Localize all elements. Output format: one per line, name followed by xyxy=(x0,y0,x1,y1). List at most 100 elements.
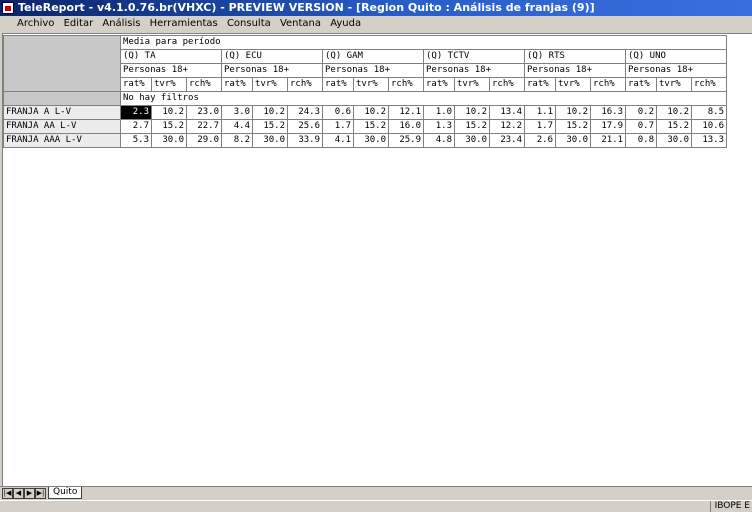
data-cell[interactable]: 15.2 xyxy=(151,119,187,134)
data-cell[interactable]: 25.6 xyxy=(287,119,323,134)
target-header[interactable]: Personas 18+ xyxy=(221,63,323,78)
data-cell[interactable]: 2.3 xyxy=(120,105,152,120)
filter-label[interactable]: No hay filtros xyxy=(120,91,727,106)
period-header[interactable]: Media para período xyxy=(120,35,727,50)
data-cell[interactable]: 30.0 xyxy=(454,133,490,148)
data-cell[interactable]: 4.8 xyxy=(423,133,455,148)
data-cell[interactable]: 15.2 xyxy=(353,119,389,134)
data-cell[interactable]: 24.3 xyxy=(287,105,323,120)
channel-header[interactable]: (Q) GAM xyxy=(322,49,424,64)
data-cell[interactable]: 10.2 xyxy=(151,105,187,120)
sheet-tab-quito[interactable]: Quito xyxy=(48,487,83,499)
channel-header[interactable]: (Q) UNO xyxy=(625,49,727,64)
metric-header[interactable]: rat% xyxy=(423,77,455,92)
data-cell[interactable]: 1.0 xyxy=(423,105,455,120)
metric-header[interactable]: tvr% xyxy=(151,77,187,92)
data-cell[interactable]: 23.0 xyxy=(186,105,222,120)
metric-header[interactable]: tvr% xyxy=(252,77,288,92)
channel-header[interactable]: (Q) TCTV xyxy=(423,49,525,64)
data-cell[interactable]: 15.2 xyxy=(656,119,692,134)
prev-sheet-button[interactable]: ◀ xyxy=(13,488,24,499)
data-cell[interactable]: 30.0 xyxy=(353,133,389,148)
data-cell[interactable]: 0.2 xyxy=(625,105,657,120)
data-cell[interactable]: 10.2 xyxy=(555,105,591,120)
data-cell[interactable]: 16.0 xyxy=(388,119,424,134)
menu-herramientas[interactable]: Herramientas xyxy=(147,16,221,32)
metric-header[interactable]: rch% xyxy=(489,77,525,92)
data-cell[interactable]: 2.7 xyxy=(120,119,152,134)
app-icon[interactable] xyxy=(2,2,14,14)
data-cell[interactable]: 33.9 xyxy=(287,133,323,148)
data-cell[interactable]: 10.2 xyxy=(252,105,288,120)
data-cell[interactable]: 10.2 xyxy=(656,105,692,120)
data-cell[interactable]: 4.1 xyxy=(322,133,354,148)
target-header[interactable]: Personas 18+ xyxy=(120,63,222,78)
data-cell[interactable]: 10.2 xyxy=(353,105,389,120)
data-cell[interactable]: 16.3 xyxy=(590,105,626,120)
channel-header[interactable]: (Q) ECU xyxy=(221,49,323,64)
data-cell[interactable]: 30.0 xyxy=(151,133,187,148)
channel-header[interactable]: (Q) RTS xyxy=(524,49,626,64)
data-cell[interactable]: 8.5 xyxy=(691,105,727,120)
metric-header[interactable]: tvr% xyxy=(555,77,591,92)
metric-header[interactable]: rch% xyxy=(287,77,323,92)
data-cell[interactable]: 15.2 xyxy=(252,119,288,134)
data-cell[interactable]: 0.7 xyxy=(625,119,657,134)
metric-header[interactable]: tvr% xyxy=(454,77,490,92)
data-cell[interactable]: 10.6 xyxy=(691,119,727,134)
metric-header[interactable]: tvr% xyxy=(353,77,389,92)
data-cell[interactable]: 1.1 xyxy=(524,105,556,120)
data-cell[interactable]: 2.6 xyxy=(524,133,556,148)
menu-archivo[interactable]: Archivo xyxy=(14,16,57,32)
data-cell[interactable]: 23.4 xyxy=(489,133,525,148)
data-cell[interactable]: 12.1 xyxy=(388,105,424,120)
channel-header[interactable]: (Q) TA xyxy=(120,49,222,64)
metric-header[interactable]: rat% xyxy=(120,77,152,92)
row-label[interactable]: FRANJA A L-V xyxy=(3,105,121,120)
data-cell[interactable]: 4.4 xyxy=(221,119,253,134)
metric-header[interactable]: rat% xyxy=(524,77,556,92)
data-cell[interactable]: 30.0 xyxy=(252,133,288,148)
data-cell[interactable]: 0.6 xyxy=(322,105,354,120)
menu-ventana[interactable]: Ventana xyxy=(277,16,324,32)
target-header[interactable]: Personas 18+ xyxy=(524,63,626,78)
data-cell[interactable]: 0.8 xyxy=(625,133,657,148)
data-cell[interactable]: 1.7 xyxy=(524,119,556,134)
data-cell[interactable]: 13.4 xyxy=(489,105,525,120)
data-cell[interactable]: 1.7 xyxy=(322,119,354,134)
data-cell[interactable]: 3.0 xyxy=(221,105,253,120)
data-cell[interactable]: 8.2 xyxy=(221,133,253,148)
menu-analisis[interactable]: Análisis xyxy=(99,16,143,32)
data-cell[interactable]: 15.2 xyxy=(555,119,591,134)
last-sheet-button[interactable]: ▶| xyxy=(35,488,46,499)
metric-header[interactable]: rat% xyxy=(221,77,253,92)
menu-ayuda[interactable]: Ayuda xyxy=(327,16,364,32)
row-label[interactable]: FRANJA AA L-V xyxy=(3,119,121,134)
target-header[interactable]: Personas 18+ xyxy=(322,63,424,78)
data-cell[interactable]: 25.9 xyxy=(388,133,424,148)
data-cell[interactable]: 22.7 xyxy=(186,119,222,134)
data-cell[interactable]: 30.0 xyxy=(555,133,591,148)
data-cell[interactable]: 30.0 xyxy=(656,133,692,148)
data-cell[interactable]: 15.2 xyxy=(454,119,490,134)
data-cell[interactable]: 1.3 xyxy=(423,119,455,134)
menu-consulta[interactable]: Consulta xyxy=(224,16,274,32)
target-header[interactable]: Personas 18+ xyxy=(625,63,727,78)
metric-header[interactable]: rat% xyxy=(625,77,657,92)
data-cell[interactable]: 17.9 xyxy=(590,119,626,134)
next-sheet-button[interactable]: ▶ xyxy=(24,488,35,499)
target-header[interactable]: Personas 18+ xyxy=(423,63,525,78)
menu-editar[interactable]: Editar xyxy=(61,16,97,32)
data-cell[interactable]: 21.1 xyxy=(590,133,626,148)
metric-header[interactable]: tvr% xyxy=(656,77,692,92)
data-cell[interactable]: 12.2 xyxy=(489,119,525,134)
first-sheet-button[interactable]: |◀ xyxy=(2,488,13,499)
row-label[interactable]: FRANJA AAA L-V xyxy=(3,133,121,148)
metric-header[interactable]: rat% xyxy=(322,77,354,92)
metric-header[interactable]: rch% xyxy=(590,77,626,92)
data-cell[interactable]: 5.3 xyxy=(120,133,152,148)
metric-header[interactable]: rch% xyxy=(691,77,727,92)
metric-header[interactable]: rch% xyxy=(186,77,222,92)
data-cell[interactable]: 13.3 xyxy=(691,133,727,148)
data-cell[interactable]: 10.2 xyxy=(454,105,490,120)
